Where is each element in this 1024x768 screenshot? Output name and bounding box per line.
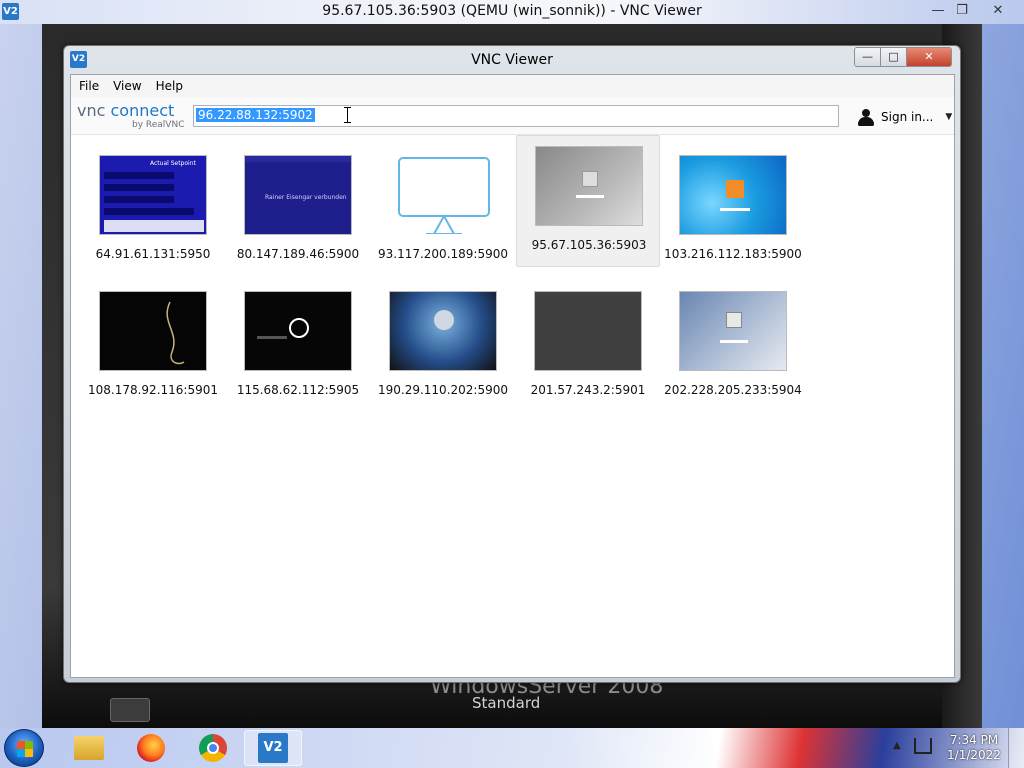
address-value[interactable]: 96.22.88.132:5902 <box>196 108 315 122</box>
connection-label: 190.29.110.202:5900 <box>377 383 508 397</box>
connection-tile-selected[interactable]: 95.67.105.36:5903 <box>516 135 660 267</box>
connection-label: 202.228.205.233:5904 <box>664 383 802 397</box>
host-restore-button[interactable]: ❐ <box>948 1 976 21</box>
connection-tile[interactable]: Rainer Eisengar verbunden 80.147.189.46:… <box>226 145 370 277</box>
connection-label: 95.67.105.36:5903 <box>531 238 647 252</box>
window-controls: — □ ✕ <box>854 47 952 67</box>
taskbar-chrome-button[interactable] <box>184 730 242 766</box>
vnc-icon: V2 <box>258 733 288 763</box>
taskbar-firefox-button[interactable] <box>122 730 180 766</box>
vnc-window-title-bar[interactable]: V2 VNC Viewer — □ ✕ <box>64 46 960 74</box>
minimize-button[interactable]: — <box>855 48 881 66</box>
connection-label: 115.68.62.112:5905 <box>236 383 360 397</box>
clock-date: 1/1/2022 <box>947 748 1001 762</box>
sign-in-label: Sign in... <box>881 110 934 124</box>
network-icon[interactable] <box>914 738 932 754</box>
close-button[interactable]: ✕ <box>907 48 951 66</box>
host-title-bar[interactable]: V2 95.67.105.36:5903 (QEMU (win_sonnik))… <box>0 0 1024 24</box>
connection-tile[interactable]: Actual Setpoint 64.91.61.131:5950 <box>81 145 225 277</box>
thumbnail-xp-login <box>679 291 787 371</box>
maximize-button[interactable]: □ <box>881 48 907 66</box>
thumbnail-gray-screen <box>534 291 642 371</box>
thumbnail-win10-login <box>679 155 787 235</box>
chrome-icon <box>199 734 227 762</box>
clock-time: 7:34 PM <box>949 733 999 747</box>
folder-icon <box>74 736 104 760</box>
chevron-down-icon[interactable]: ▼ <box>945 112 952 122</box>
vnc-client-area: File View Help vnc connect by RealVNC 96… <box>70 74 955 678</box>
menu-view[interactable]: View <box>113 79 141 93</box>
firefox-icon <box>137 734 165 762</box>
host-taskbar: V2 ▲ 7:34 PM 1/1/2022 <box>0 728 1024 768</box>
thumbnail-black-desktop <box>99 291 207 371</box>
connection-tile[interactable]: 108.178.92.116:5901 <box>81 281 225 413</box>
connection-tile[interactable]: 115.68.62.112:5905 <box>226 281 370 413</box>
sign-in-button[interactable]: Sign in... ▼ <box>857 107 952 127</box>
menu-bar: File View Help <box>71 75 954 97</box>
connection-tile[interactable]: 103.216.112.183:5900 <box>661 145 805 277</box>
linux-mint-icon <box>289 318 309 338</box>
host-window-title: 95.67.105.36:5903 (QEMU (win_sonnik)) - … <box>322 3 702 19</box>
hmi-thumb-text: Actual Setpoint <box>150 160 196 167</box>
connection-tile[interactable]: 201.57.243.2:5901 <box>516 281 660 413</box>
thumbnail-monitor <box>389 155 497 235</box>
taskbar-explorer-button[interactable] <box>60 730 118 766</box>
address-input[interactable]: 96.22.88.132:5902 <box>193 105 839 127</box>
thumbnail-win10-lock <box>389 291 497 371</box>
connection-label: 108.178.92.116:5901 <box>87 383 218 397</box>
vnc-connect-logo: vnc connect by RealVNC <box>77 101 187 131</box>
monitor-icon <box>398 157 490 234</box>
connection-tile[interactable]: 93.117.200.189:5900 <box>371 145 515 277</box>
remote-taskbar-icon[interactable] <box>110 698 150 722</box>
start-button[interactable] <box>4 729 44 767</box>
menu-file[interactable]: File <box>79 79 99 93</box>
connection-grid: Actual Setpoint 64.91.61.131:5950 Rainer… <box>71 135 954 675</box>
windows-server-edition: Standard <box>472 694 541 712</box>
connection-label: 80.147.189.46:5900 <box>236 247 360 261</box>
text-cursor-icon <box>344 107 351 123</box>
connection-label: 103.216.112.183:5900 <box>664 247 802 261</box>
thumbnail-mint-login <box>244 291 352 371</box>
system-clock[interactable]: 7:34 PM 1/1/2022 <box>944 733 1004 763</box>
logo-accent: connect <box>110 101 175 120</box>
logo-prefix: vnc <box>77 101 111 120</box>
logo-subtitle: by RealVNC <box>132 120 185 130</box>
tray-expand-icon[interactable]: ▲ <box>893 740 901 751</box>
windows-logo-icon <box>17 741 33 757</box>
connection-label: 93.117.200.189:5900 <box>377 247 508 261</box>
vnc-window-title: VNC Viewer <box>471 52 553 68</box>
user-icon <box>857 108 875 126</box>
toolbar: vnc connect by RealVNC 96.22.88.132:5902… <box>71 97 954 135</box>
thumbnail-hmi-panel: Actual Setpoint <box>99 155 207 235</box>
thumbnail-blue-screen: Rainer Eisengar verbunden <box>244 155 352 235</box>
show-desktop-button[interactable] <box>1008 728 1024 768</box>
taskbar-vnc-button[interactable]: V2 <box>244 730 302 766</box>
connection-label: 64.91.61.131:5950 <box>95 247 211 261</box>
host-close-button[interactable]: ✕ <box>984 1 1012 21</box>
thumbnail-login-screen <box>535 146 643 226</box>
vnc-viewer-window: V2 VNC Viewer — □ ✕ File View Help vnc c… <box>63 45 961 683</box>
menu-help[interactable]: Help <box>156 79 183 93</box>
connection-tile[interactable]: 190.29.110.202:5900 <box>371 281 515 413</box>
connection-label: 201.57.243.2:5901 <box>530 383 646 397</box>
blue-thumb-text: Rainer Eisengar verbunden <box>265 194 347 201</box>
connection-tile[interactable]: 202.228.205.233:5904 <box>661 281 805 413</box>
